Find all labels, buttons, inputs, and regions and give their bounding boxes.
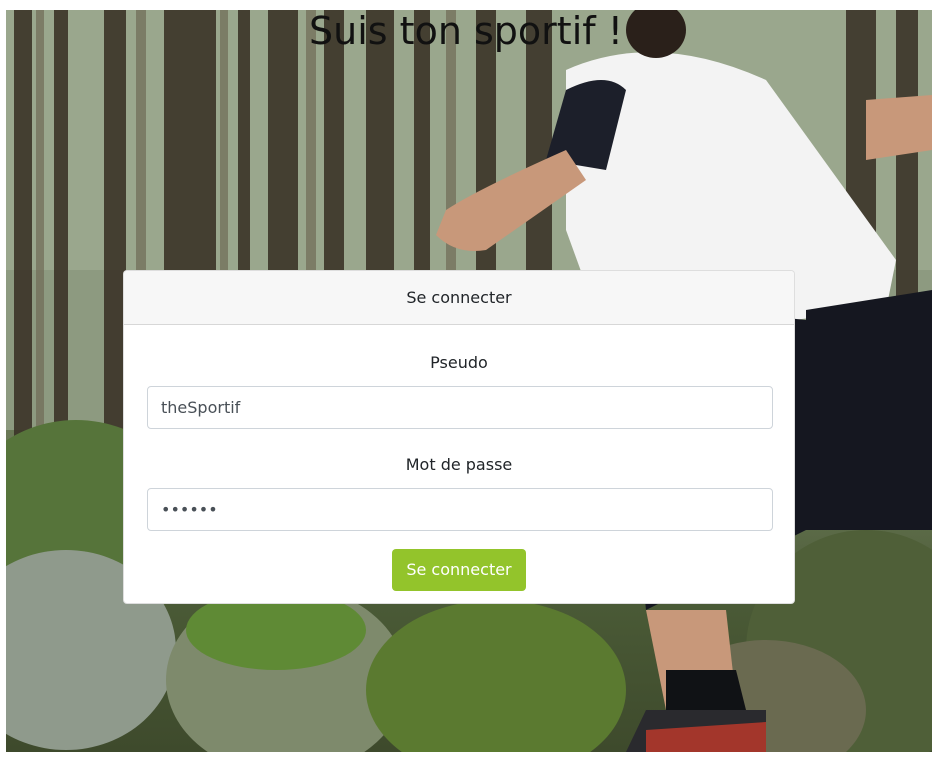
page-title: Suis ton sportif ! xyxy=(309,9,623,53)
login-card-header: Se connecter xyxy=(124,271,794,325)
login-card: Se connecter Pseudo Mot de passe Se conn… xyxy=(123,270,795,604)
password-label: Mot de passe xyxy=(405,455,513,474)
username-input[interactable] xyxy=(147,386,773,429)
login-button[interactable]: Se connecter xyxy=(392,549,526,591)
password-input[interactable] xyxy=(147,488,773,531)
username-label: Pseudo xyxy=(430,353,488,372)
page: Suis ton sportif ! Se connecter Pseudo M… xyxy=(0,0,932,757)
submit-wrap: Se connecter xyxy=(147,549,771,591)
login-card-body: Pseudo Mot de passe Se connecter xyxy=(124,351,794,591)
